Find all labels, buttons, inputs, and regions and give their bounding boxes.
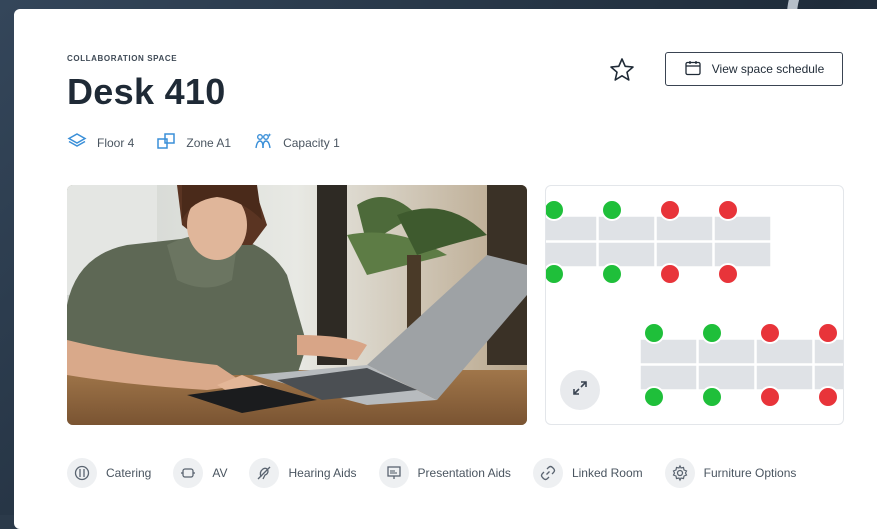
desk-status-dot-available[interactable] <box>701 386 723 408</box>
desk-block <box>655 215 714 242</box>
favorite-star-icon[interactable] <box>608 56 636 84</box>
view-schedule-label: View space schedule <box>711 62 825 76</box>
zone-label: Zone A1 <box>186 135 232 150</box>
desk-status-dot-available[interactable] <box>643 386 665 408</box>
av-icon <box>173 458 204 488</box>
amenity-label: Hearing Aids <box>288 466 357 480</box>
presentation-aids-icon <box>378 458 409 488</box>
desk-block <box>597 241 656 268</box>
desk-block <box>697 364 756 391</box>
zone-info: Zone A1 <box>156 131 231 154</box>
expand-map-button[interactable] <box>560 370 600 410</box>
space-category: COLLABORATION SPACE <box>67 54 178 63</box>
desk-status-dot-available[interactable] <box>601 263 623 285</box>
desk-block <box>639 364 698 391</box>
desk-status-dot-occupied[interactable] <box>717 199 739 221</box>
amenity-label: Furniture Options <box>703 466 797 480</box>
amenity-label: Catering <box>106 466 152 480</box>
desk-status-dot-occupied[interactable] <box>817 322 839 344</box>
desk-status-dot-available[interactable] <box>546 199 565 221</box>
amenity-presentation-aids: Presentation Aids <box>378 458 511 488</box>
space-meta: Floor 4 Zone A1 Capacity 1 <box>67 131 340 154</box>
amenity-furniture-options: Furniture Options <box>664 458 797 488</box>
catering-icon <box>67 458 97 488</box>
floor-map[interactable] <box>545 185 844 425</box>
desk-status-dot-occupied[interactable] <box>659 199 681 221</box>
hearing-aids-icon <box>249 458 280 488</box>
desk-status-dot-occupied[interactable] <box>659 263 681 285</box>
floor-label: Floor 4 <box>97 135 135 150</box>
desk-status-dot-occupied[interactable] <box>717 263 739 285</box>
desk-status-dot-occupied[interactable] <box>759 322 781 344</box>
desk-status-dot-available[interactable] <box>701 322 723 344</box>
amenities-list: Catering AV Hearing Aids Presentation Ai… <box>67 458 818 488</box>
amenity-catering: Catering <box>67 458 151 488</box>
capacity-info: Capacity 1 <box>253 131 340 154</box>
desk-block <box>597 215 656 242</box>
desk-block <box>697 338 756 365</box>
space-photo <box>67 185 527 425</box>
link-icon <box>532 458 563 488</box>
desk-block <box>713 215 772 242</box>
capacity-icon <box>253 131 273 154</box>
desk-status-dot-occupied[interactable] <box>817 386 839 408</box>
space-detail-card: COLLABORATION SPACE Desk 410 Floor 4 Zon… <box>14 9 877 529</box>
desk-block <box>713 241 772 268</box>
expand-icon <box>571 379 589 402</box>
desk-status-dot-occupied[interactable] <box>759 386 781 408</box>
zone-icon <box>156 131 176 154</box>
desk-block <box>655 241 714 268</box>
desk-block <box>639 338 698 365</box>
desk-status-dot-available[interactable] <box>643 322 665 344</box>
amenity-label: AV <box>212 466 228 480</box>
desk-status-dot-available[interactable] <box>601 199 623 221</box>
view-schedule-button[interactable]: View space schedule <box>665 52 843 86</box>
desk-block <box>755 364 814 391</box>
floor-info: Floor 4 <box>67 131 134 154</box>
page-title: Desk 410 <box>67 71 226 112</box>
desk-status-dot-available[interactable] <box>546 263 565 285</box>
layers-icon <box>67 131 87 154</box>
capacity-label: Capacity 1 <box>283 135 340 150</box>
gear-icon <box>664 458 695 488</box>
desk-block <box>755 338 814 365</box>
calendar-icon <box>684 59 702 80</box>
amenity-label: Presentation Aids <box>417 466 511 480</box>
amenity-label: Linked Room <box>571 466 643 480</box>
amenity-linked-room: Linked Room <box>532 458 643 488</box>
amenity-av: AV <box>173 458 227 488</box>
amenity-hearing-aids: Hearing Aids <box>249 458 357 488</box>
